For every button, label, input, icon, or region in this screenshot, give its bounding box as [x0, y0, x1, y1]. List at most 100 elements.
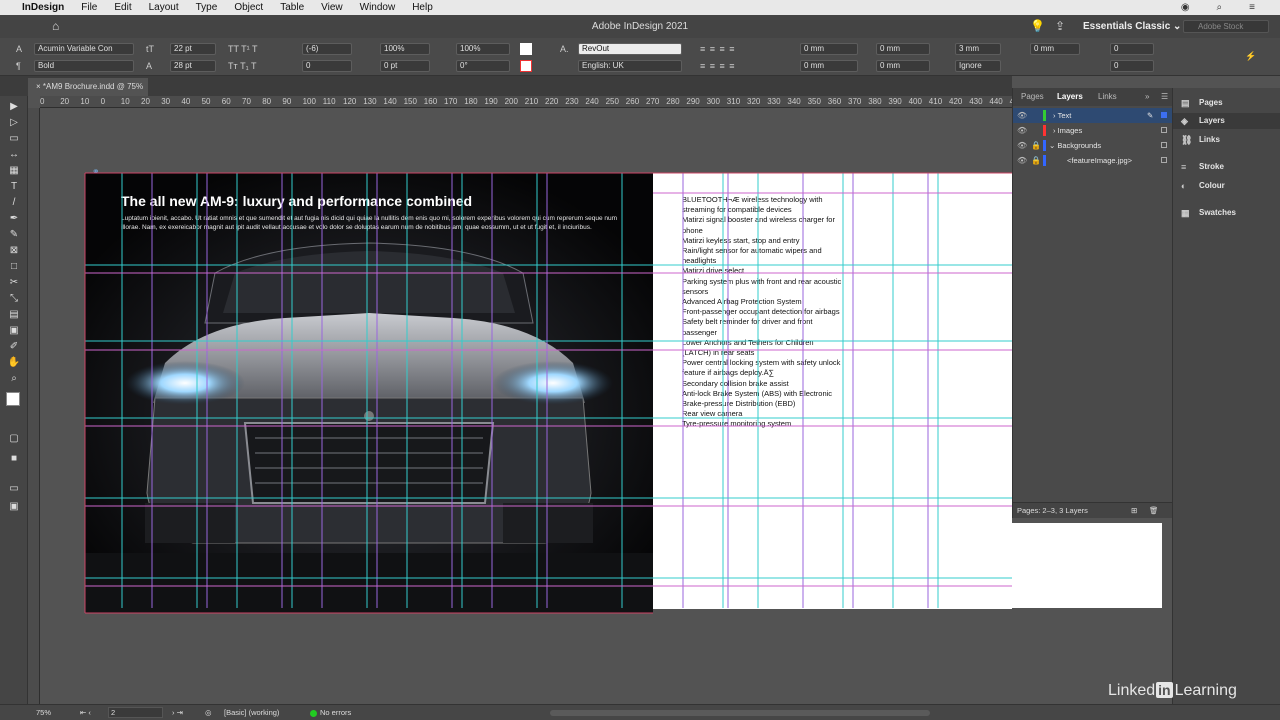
horizontal-scale-field[interactable]: 100% [456, 43, 510, 55]
lock-icon[interactable]: 🔒 [1031, 138, 1041, 153]
tracking-field[interactable]: 0 [302, 60, 352, 72]
adobe-stock-search[interactable]: Adobe Stock [1183, 20, 1269, 33]
layer-row-images[interactable]: 👁 › Images [1013, 123, 1173, 138]
panel-stroke[interactable]: ≡ Stroke [1173, 159, 1280, 175]
drop-cap-lines-field[interactable]: 0 [1110, 43, 1154, 55]
menu-edit[interactable]: Edit [114, 2, 131, 13]
workspace-switcher[interactable]: Essentials Classic ⌄ [1083, 21, 1181, 32]
layer-row-text[interactable]: 👁 › Text ✎ [1013, 108, 1173, 123]
page-nav-next-icons[interactable]: › ⇥ [172, 708, 183, 717]
tab-pages[interactable]: Pages [1021, 92, 1044, 101]
selection-tool-icon[interactable]: ▶ [6, 100, 22, 114]
horizontal-ruler[interactable]: 0 20 10 0 10 20 30 40 50 60 70 80 90 100 110 120 130 140 1… [40, 96, 1023, 108]
selection-square-icon[interactable] [1161, 157, 1167, 163]
visibility-eye-icon[interactable]: 👁 [1017, 108, 1027, 123]
lock-icon[interactable]: 🔒 [1031, 153, 1041, 168]
grid-align-field[interactable]: Ignore [955, 60, 1001, 72]
menu-object[interactable]: Object [234, 2, 263, 13]
font-size-field[interactable]: 22 pt [170, 43, 216, 55]
search-icon[interactable]: ⌕ [1217, 2, 1223, 13]
character-style-field[interactable]: RevOut [578, 43, 682, 55]
visibility-eye-icon[interactable]: 👁 [1017, 138, 1027, 153]
share-icon[interactable]: ⇪ [1055, 19, 1065, 33]
tab-links[interactable]: Links [1098, 92, 1117, 101]
space-after-field[interactable]: 0 mm [1030, 43, 1080, 55]
eyedropper-tool-icon[interactable]: ✐ [6, 340, 22, 354]
scissors-tool-icon[interactable]: ✂ [6, 276, 22, 290]
visibility-eye-icon[interactable]: 👁 [1017, 153, 1027, 168]
menu-type[interactable]: Type [196, 2, 218, 13]
vertical-scale-field[interactable]: 100% [380, 43, 430, 55]
space-before-field[interactable]: 3 mm [955, 43, 1001, 55]
panel-links[interactable]: ⛓ Links [1173, 132, 1280, 148]
selection-square-icon[interactable] [1161, 112, 1167, 118]
layer-row-feature-image[interactable]: 👁 🔒 <featureImage.jpg> [1013, 153, 1173, 168]
free-transform-tool-icon[interactable]: ⤡ [6, 292, 22, 306]
panel-layers[interactable]: ◈ Layers [1173, 113, 1280, 129]
layer-row-backgrounds[interactable]: 👁 🔒 ⌄ Backgrounds [1013, 138, 1173, 153]
drop-cap-chars-field[interactable]: 0 [1110, 60, 1154, 72]
gradient-tool-icon[interactable]: ▤ [6, 308, 22, 322]
baseline-shift-field[interactable]: 0 pt [380, 60, 430, 72]
page-nav-icons[interactable]: ⇤ ‹ [80, 708, 91, 717]
pasteboard[interactable]: The all new AM-9: luxury and performance… [40, 108, 1012, 704]
first-line-indent-field[interactable]: 0 mm [800, 60, 858, 72]
preflight-menu-icon[interactable]: ◎ [205, 708, 212, 717]
content-collector-icon[interactable]: ▦ [6, 164, 22, 178]
gap-tool-icon[interactable]: ↔ [6, 148, 22, 162]
formatting-container-icon[interactable]: ▢ [6, 432, 22, 446]
hand-tool-icon[interactable]: ✋ [6, 356, 22, 370]
note-tool-icon[interactable]: ▣ [6, 324, 22, 338]
preview-mode-icon[interactable]: ▣ [6, 500, 22, 514]
small-caps-button[interactable]: Tт T₁ T [228, 60, 257, 72]
menu-table[interactable]: Table [280, 2, 304, 13]
pencil-tool-icon[interactable]: ✎ [6, 228, 22, 242]
selection-square-icon[interactable] [1161, 127, 1167, 133]
fill-swatch[interactable] [520, 43, 532, 55]
tab-layers[interactable]: Layers [1057, 92, 1083, 101]
horizontal-scrollbar[interactable] [550, 710, 930, 716]
menu-help[interactable]: Help [412, 2, 433, 13]
font-family-field[interactable]: Acumin Variable Con [34, 43, 134, 55]
screen-mode-icon[interactable]: ▭ [6, 482, 22, 496]
visibility-eye-icon[interactable]: 👁 [1017, 123, 1027, 138]
panel-swatches[interactable]: ▦ Swatches [1173, 205, 1280, 221]
control-panel-menu-icon[interactable]: ⚡ [1245, 50, 1256, 62]
fill-stroke-swatch-icon[interactable] [6, 392, 20, 406]
font-style-field[interactable]: Bold [34, 60, 134, 72]
control-center-icon[interactable]: ≡ [1249, 2, 1255, 13]
errors-label[interactable]: No errors [320, 708, 351, 717]
menu-window[interactable]: Window [360, 2, 396, 13]
rectangle-tool-icon[interactable]: □ [6, 260, 22, 274]
vertical-ruler[interactable] [28, 108, 40, 704]
right-indent-field[interactable]: 0 mm [876, 43, 930, 55]
apply-color-icon[interactable]: ■ [6, 452, 22, 466]
direct-selection-tool-icon[interactable]: ▷ [6, 116, 22, 130]
page-number-field[interactable]: 2 [108, 707, 163, 718]
panel-pages[interactable]: ▤ Pages [1173, 95, 1280, 111]
all-caps-button[interactable]: TT T¹ T [228, 43, 258, 55]
menu-layout[interactable]: Layout [149, 2, 179, 13]
type-tool-icon[interactable]: T [6, 180, 22, 194]
frame-handle-icon[interactable]: ⚭ [92, 166, 100, 177]
align-buttons-row1[interactable]: ≡ ≡ ≡ ≡ [700, 43, 736, 55]
skew-field[interactable]: 0° [456, 60, 510, 72]
lightbulb-icon[interactable]: 💡 [1030, 19, 1045, 33]
document-tab[interactable]: × *AM9 Brochure.indd @ 75% [28, 78, 148, 96]
kerning-field[interactable]: (-6) [302, 43, 352, 55]
align-buttons-row2[interactable]: ≡ ≡ ≡ ≡ [700, 60, 736, 72]
language-field[interactable]: English: UK [578, 60, 682, 72]
panel-menu-icon[interactable]: ☰ [1161, 92, 1168, 101]
rectangle-frame-tool-icon[interactable]: ⊠ [6, 244, 22, 258]
pen-tool-icon[interactable]: ✒ [6, 212, 22, 226]
paragraph-mode-icon[interactable]: ¶ [16, 60, 21, 72]
line-tool-icon[interactable]: / [6, 196, 22, 210]
leading-field[interactable]: 28 pt [170, 60, 216, 72]
creative-cloud-icon[interactable]: ◉ [1181, 2, 1190, 13]
panel-colour[interactable]: ◐ Colour [1173, 178, 1280, 194]
menu-app-name[interactable]: InDesign [22, 2, 64, 13]
menu-file[interactable]: File [81, 2, 97, 13]
character-mode-icon[interactable]: A [16, 43, 22, 55]
left-indent-field[interactable]: 0 mm [800, 43, 858, 55]
close-tab-icon[interactable]: × [36, 82, 43, 91]
